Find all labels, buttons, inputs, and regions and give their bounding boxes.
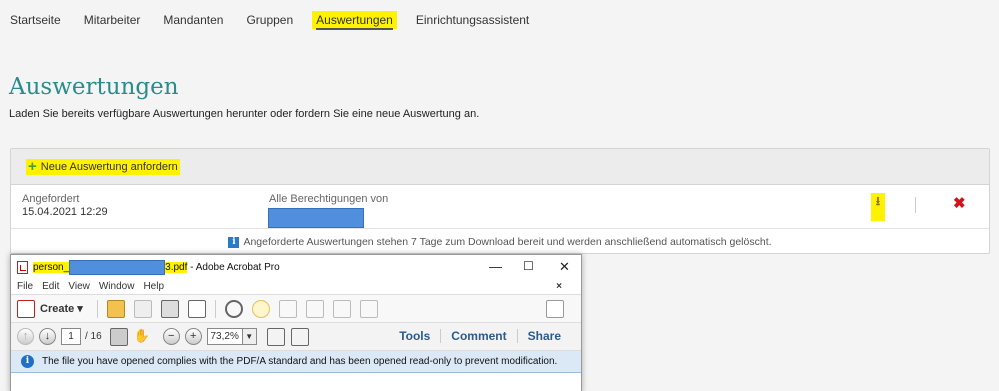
acrobat-window: person_ 3.pdf - Adobe Acrobat Pro — ☐ ✕ … — [10, 254, 582, 391]
create-pdf-icon[interactable] — [17, 299, 35, 318]
info-text: Angeforderte Auswertungen stehen 7 Tage … — [243, 236, 772, 248]
create-button[interactable]: Create ▾ — [40, 302, 83, 315]
info-icon: i — [21, 355, 34, 368]
report-row: Angefordert 15.04.2021 12:29 Alle Berech… — [11, 185, 989, 229]
comment-icon[interactable] — [251, 299, 270, 318]
redacted-name — [268, 208, 364, 228]
select-cursor-icon[interactable] — [109, 327, 128, 346]
nav-einrichtungsassistent[interactable]: Einrichtungsassistent — [416, 0, 529, 40]
close-icon[interactable]: ✕ — [559, 259, 570, 275]
new-request-label: Neue Auswertung anfordern — [40, 160, 178, 173]
menu-help[interactable]: Help — [143, 281, 164, 292]
page-nav-bar: ↑ ↓ 1 / 16 ✋ − + 73,2% ▼ Tools Comment S… — [11, 323, 581, 351]
nav-label: Auswertungen — [312, 11, 397, 29]
nav-startseite[interactable]: Startseite — [10, 0, 61, 40]
sign-icon[interactable] — [278, 299, 297, 318]
title-suffix: 3.pdf — [165, 261, 188, 273]
hand-icon[interactable]: ✋ — [133, 328, 151, 346]
pdf-icon — [17, 260, 28, 274]
divider — [96, 299, 98, 318]
prev-page-icon[interactable]: ↑ — [17, 328, 34, 345]
fit-page-icon[interactable] — [266, 327, 285, 346]
share-link[interactable]: Share — [516, 329, 571, 343]
page-title: Auswertungen — [9, 74, 179, 100]
nav-label: Einrichtungsassistent — [415, 13, 530, 27]
export-icon[interactable] — [332, 299, 351, 318]
expand-icon[interactable] — [546, 299, 564, 318]
nav-mandanten[interactable]: Mandanten — [163, 0, 223, 40]
nav-label: Mitarbeiter — [83, 13, 141, 27]
requested-value: 15.04.2021 12:29 — [22, 206, 108, 218]
window-titlebar: person_ 3.pdf - Adobe Acrobat Pro — ☐ ✕ — [11, 255, 581, 279]
doc-close-icon[interactable]: × — [556, 281, 562, 292]
pdfa-notice: i The file you have opened complies with… — [11, 351, 581, 373]
menu-file[interactable]: File — [17, 281, 33, 292]
open-folder-icon[interactable] — [106, 299, 125, 318]
page-number-input[interactable]: 1 — [61, 328, 81, 345]
fullscreen-icon[interactable] — [290, 327, 309, 346]
minimize-icon[interactable]: — — [489, 259, 502, 274]
delete-icon[interactable]: ✖ — [953, 194, 966, 212]
plus-icon: + — [28, 158, 37, 175]
main-toolbar: Create ▾ — [11, 295, 581, 323]
info-note: i Angeforderte Auswertungen stehen 7 Tag… — [11, 229, 989, 248]
comment-link[interactable]: Comment — [440, 329, 516, 343]
nav-label: Gruppen — [246, 13, 294, 27]
notice-text: The file you have opened complies with t… — [42, 356, 558, 367]
download-icon[interactable]: ⭳ — [871, 193, 885, 221]
divider — [915, 197, 916, 213]
create-label: Create — [40, 303, 75, 315]
nav-auswertungen[interactable]: Auswertungen — [312, 0, 397, 40]
pane-links: Tools Comment Share — [389, 329, 571, 343]
next-page-icon[interactable]: ↓ — [39, 328, 56, 345]
redacted-filename — [69, 259, 166, 275]
new-request-button[interactable]: + Neue Auswertung anfordern — [26, 158, 180, 175]
nav-label: Mandanten — [163, 13, 224, 27]
email-icon[interactable] — [187, 299, 206, 318]
reports-panel: + Neue Auswertung anfordern Angefordert … — [10, 148, 990, 254]
maximize-icon[interactable]: ☐ — [523, 259, 534, 273]
nav-mitarbeiter[interactable]: Mitarbeiter — [84, 0, 141, 40]
info-icon: i — [228, 236, 240, 248]
title-prefix: person_ — [33, 261, 70, 273]
save-icon[interactable] — [133, 299, 152, 318]
menu-view[interactable]: View — [68, 281, 90, 292]
zoom-input[interactable]: 73,2% — [206, 328, 243, 345]
nav-label: Startseite — [10, 13, 61, 27]
protect-icon[interactable] — [305, 299, 324, 318]
tools-link[interactable]: Tools — [389, 329, 440, 343]
zoom-out-icon[interactable]: − — [162, 328, 180, 345]
menu-edit[interactable]: Edit — [42, 281, 59, 292]
title-app: - Adobe Acrobat Pro — [187, 261, 280, 273]
menu-window[interactable]: Window — [99, 281, 135, 292]
zoom-in-icon[interactable]: + — [184, 328, 202, 345]
gear-icon[interactable] — [224, 299, 243, 318]
page-subtitle: Laden Sie bereits verfügbare Auswertunge… — [9, 108, 480, 120]
print-icon[interactable] — [160, 299, 179, 318]
zoom-dropdown-icon[interactable]: ▼ — [242, 328, 257, 345]
top-nav: Startseite Mitarbeiter Mandanten Gruppen… — [0, 0, 999, 40]
permissions-label: Alle Berechtigungen von — [269, 193, 389, 205]
panel-header: + Neue Auswertung anfordern — [11, 149, 989, 185]
requested-label: Angefordert — [22, 193, 80, 205]
edit-icon[interactable] — [359, 299, 378, 318]
page-total: / 16 — [85, 331, 102, 342]
divider — [214, 299, 216, 318]
menubar: File Edit View Window Help × — [11, 279, 581, 295]
nav-gruppen[interactable]: Gruppen — [246, 0, 293, 40]
